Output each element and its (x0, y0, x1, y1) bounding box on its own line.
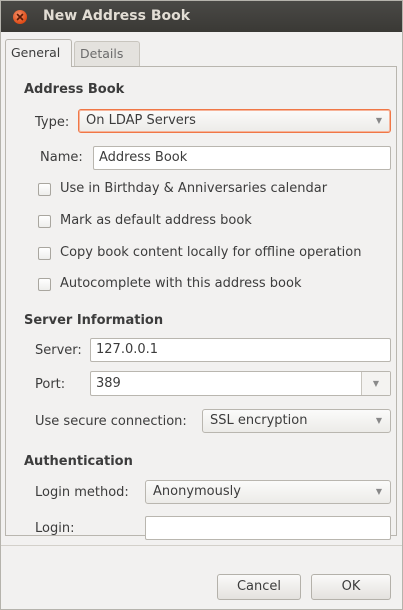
secure-connection-label: Use secure connection: (35, 414, 187, 429)
offline-copy-checkbox[interactable] (38, 247, 51, 260)
login-label: Login: (35, 521, 75, 536)
chevron-down-icon: ▼ (375, 116, 382, 125)
close-icon (16, 13, 24, 21)
tab-general[interactable]: General (5, 39, 72, 67)
default-address-book-label: Mark as default address book (60, 213, 252, 228)
server-info-heading: Server Information (24, 313, 164, 328)
authentication-heading: Authentication (24, 454, 133, 469)
autocomplete-checkbox[interactable] (38, 278, 51, 291)
ok-button[interactable]: OK (311, 574, 391, 600)
tab-details[interactable]: Details (74, 41, 140, 67)
secure-connection-value: SSL encryption (210, 413, 308, 428)
type-value: On LDAP Servers (86, 113, 196, 128)
address-book-heading: Address Book (24, 82, 125, 97)
port-value: 389 (96, 376, 121, 391)
close-button[interactable] (13, 10, 27, 24)
birthday-calendar-checkbox[interactable] (38, 183, 51, 196)
window-title: New Address Book (43, 8, 191, 24)
name-label: Name: (40, 150, 83, 165)
port-spinbutton[interactable]: 389 ▼ (90, 371, 391, 396)
server-label: Server: (35, 343, 82, 358)
cancel-button[interactable]: Cancel (217, 574, 301, 600)
spin-arrow-icon[interactable]: ▼ (361, 372, 390, 395)
login-method-value: Anonymously (153, 484, 241, 499)
port-label: Port: (35, 377, 66, 392)
login-method-dropdown[interactable]: Anonymously ▼ (145, 480, 391, 504)
type-label: Type: (35, 115, 70, 130)
dialog-window: New Address Book General Details Address… (0, 0, 403, 610)
type-dropdown[interactable]: On LDAP Servers ▼ (78, 109, 391, 133)
birthday-calendar-label: Use in Birthday & Anniversaries calendar (60, 181, 328, 196)
chevron-down-icon: ▼ (375, 416, 382, 425)
autocomplete-label: Autocomplete with this address book (60, 276, 302, 291)
offline-copy-label: Copy book content locally for offline op… (60, 245, 362, 260)
name-field[interactable]: Address Book (93, 146, 391, 170)
default-address-book-checkbox[interactable] (38, 215, 51, 228)
login-field[interactable] (145, 516, 391, 540)
chevron-down-icon: ▼ (375, 487, 382, 496)
login-method-label: Login method: (35, 485, 129, 500)
secure-connection-dropdown[interactable]: SSL encryption ▼ (202, 409, 391, 433)
button-separator (1, 545, 402, 546)
server-field[interactable]: 127.0.0.1 (90, 338, 391, 362)
title-bar: New Address Book (1, 1, 402, 32)
